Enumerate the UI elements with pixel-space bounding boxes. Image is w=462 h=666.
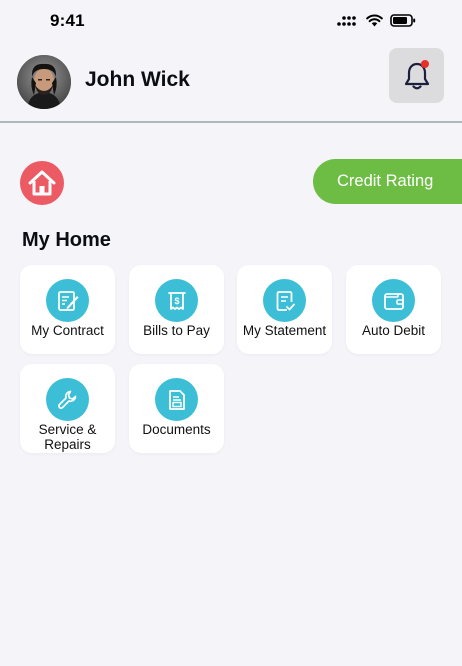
statement-icon bbox=[276, 290, 295, 311]
tile-label: My Statement bbox=[242, 323, 327, 338]
svg-text:$: $ bbox=[174, 296, 179, 306]
tile-my-contract[interactable]: My Contract bbox=[20, 265, 115, 354]
status-icons bbox=[337, 14, 416, 27]
user-name: John Wick bbox=[85, 68, 190, 91]
tile-label: Auto Debit bbox=[361, 323, 426, 338]
tile-label-line2: Repairs bbox=[44, 437, 91, 452]
credit-rating-button[interactable]: Credit Rating bbox=[313, 159, 462, 204]
tile-documents[interactable]: Documents bbox=[129, 364, 224, 453]
tile-my-statement[interactable]: My Statement bbox=[237, 265, 332, 354]
tile-label: Bills to Pay bbox=[143, 323, 210, 338]
tile-label: My Contract bbox=[31, 323, 104, 338]
tile-service-repairs[interactable]: Service & Repairs bbox=[20, 364, 115, 453]
wifi-icon bbox=[366, 14, 383, 27]
contract-icon bbox=[57, 290, 78, 311]
battery-icon bbox=[390, 14, 416, 27]
document-icon bbox=[168, 389, 185, 410]
header: John Wick bbox=[0, 44, 462, 122]
wallet-icon bbox=[383, 292, 404, 310]
tile-label: Documents bbox=[142, 422, 211, 437]
tile-label-line1: Service & bbox=[38, 422, 97, 437]
tile-auto-debit[interactable]: Auto Debit bbox=[346, 265, 441, 354]
status-bar: 9:41 bbox=[0, 0, 462, 44]
bill-icon: $ bbox=[167, 291, 186, 310]
avatar[interactable] bbox=[17, 55, 71, 109]
header-divider bbox=[0, 121, 462, 123]
home-button[interactable] bbox=[20, 161, 64, 205]
tile-bills-to-pay[interactable]: $ Bills to Pay bbox=[129, 265, 224, 354]
notifications-button[interactable] bbox=[389, 48, 444, 103]
home-icon bbox=[28, 170, 56, 196]
status-time: 9:41 bbox=[50, 11, 85, 30]
signal-icon bbox=[337, 15, 356, 26]
notification-dot bbox=[421, 60, 429, 68]
wrench-icon bbox=[57, 390, 76, 409]
tile-label: Service & Repairs bbox=[14, 422, 121, 452]
section-title: My Home bbox=[22, 229, 111, 251]
